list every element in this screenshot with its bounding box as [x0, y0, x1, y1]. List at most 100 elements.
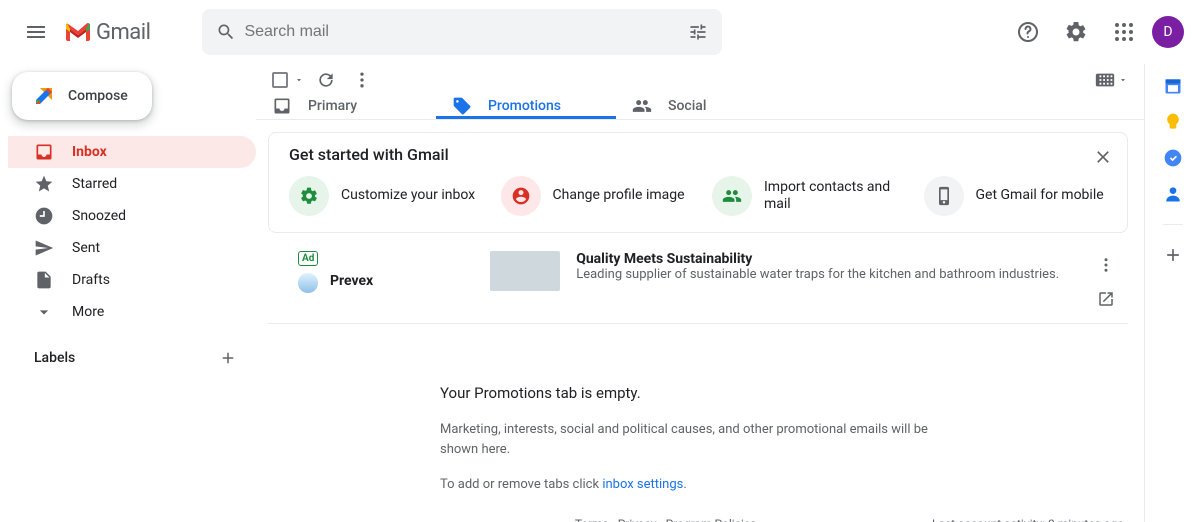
- support-button[interactable]: [1008, 12, 1048, 52]
- refresh-button[interactable]: [310, 64, 342, 96]
- dot: [609, 517, 618, 522]
- mail-toolbar: [256, 64, 1144, 96]
- gs-icon-wrap: [712, 176, 752, 216]
- empty-body: Marketing, interests, social and politic…: [440, 420, 960, 459]
- product-name: Gmail: [96, 20, 150, 45]
- search-options-button[interactable]: [682, 16, 714, 48]
- terms-link[interactable]: Terms: [575, 517, 609, 522]
- close-icon: [1093, 147, 1113, 167]
- ad-title: Quality Meets Sustainability: [576, 251, 1059, 267]
- sidebar-item-more[interactable]: More: [8, 296, 256, 328]
- sidebar: Compose Inbox Starred Snoozed Sent Draft…: [0, 64, 256, 522]
- side-panel: [1144, 64, 1200, 522]
- more-vert-icon: [352, 70, 372, 90]
- gs-customize-inbox[interactable]: Customize your inbox: [289, 176, 477, 216]
- app-body: Compose Inbox Starred Snoozed Sent Draft…: [0, 64, 1200, 522]
- gear-icon: [1064, 20, 1088, 44]
- compose-button[interactable]: Compose: [12, 72, 152, 120]
- privacy-link[interactable]: Privacy: [618, 517, 657, 522]
- sidebar-item-label: Starred: [72, 176, 117, 192]
- sidebar-item-label: More: [72, 304, 104, 320]
- gear-icon: [299, 186, 319, 206]
- keep-app-icon[interactable]: [1163, 112, 1183, 132]
- add-label-button[interactable]: [216, 346, 240, 370]
- send-icon: [34, 238, 54, 258]
- ad-badge: Ad: [298, 251, 318, 266]
- ad-thumbnail: [490, 251, 560, 291]
- search-bar[interactable]: [202, 9, 722, 55]
- tab-primary[interactable]: Primary: [256, 96, 436, 119]
- caret-down-icon: [294, 75, 304, 85]
- gs-item-label: Import contacts and mail: [764, 179, 900, 214]
- account-avatar[interactable]: D: [1152, 16, 1184, 48]
- gs-icon-wrap: [924, 176, 964, 216]
- get-started-title: Get started with Gmail: [289, 145, 1111, 164]
- gs-item-label: Change profile image: [553, 187, 685, 205]
- ad-text: Quality Meets Sustainability Leading sup…: [576, 251, 1059, 282]
- more-vert-icon: [1097, 256, 1115, 274]
- tab-promotions[interactable]: Promotions: [436, 96, 616, 119]
- tune-icon: [688, 22, 708, 42]
- compose-label: Compose: [68, 88, 128, 104]
- gs-change-profile[interactable]: Change profile image: [501, 176, 689, 216]
- sidebar-item-label: Sent: [72, 240, 100, 256]
- add-apps-button[interactable]: [1163, 245, 1183, 265]
- gs-get-mobile[interactable]: Get Gmail for mobile: [924, 176, 1112, 216]
- caret-down-icon: [1118, 75, 1128, 85]
- person-circle-icon: [511, 186, 531, 206]
- plus-icon: [219, 349, 237, 367]
- ad-row[interactable]: Ad Prevex Quality Meets Sustainability L…: [268, 241, 1128, 324]
- people-icon: [632, 96, 652, 116]
- gs-icon-wrap: [289, 176, 329, 216]
- ad-open-button[interactable]: [1092, 285, 1120, 313]
- sidebar-item-sent[interactable]: Sent: [8, 232, 256, 264]
- gs-import-contacts[interactable]: Import contacts and mail: [712, 176, 900, 216]
- category-tabs: Primary Promotions Social: [256, 96, 1144, 120]
- search-button[interactable]: [210, 16, 242, 48]
- search-input[interactable]: [242, 22, 682, 42]
- sidebar-item-drafts[interactable]: Drafts: [8, 264, 256, 296]
- settings-button[interactable]: [1056, 12, 1096, 52]
- inbox-settings-link[interactable]: inbox settings: [602, 477, 683, 492]
- gs-item-label: Customize your inbox: [341, 187, 475, 205]
- sidebar-item-snoozed[interactable]: Snoozed: [8, 200, 256, 232]
- gs-icon-wrap: [501, 176, 541, 216]
- chevron-down-icon: [34, 302, 54, 322]
- avatar-initial: D: [1163, 24, 1172, 40]
- tasks-app-icon[interactable]: [1163, 148, 1183, 168]
- labels-header-text: Labels: [34, 350, 75, 366]
- gmail-logo[interactable]: Gmail: [64, 20, 150, 45]
- apps-button[interactable]: [1104, 12, 1144, 52]
- empty-state: Your Promotions tab is empty. Marketing,…: [440, 384, 960, 511]
- ad-body: Quality Meets Sustainability Leading sup…: [490, 251, 1059, 291]
- ad-info-button[interactable]: [1092, 251, 1120, 279]
- footer: 0 GB of 15 GB used Terms Privacy Program P…: [256, 511, 1144, 522]
- footer-center: Terms Privacy Program Policies: [575, 517, 757, 522]
- rail-separator: [1163, 224, 1183, 225]
- topbar: Gmail D: [0, 0, 1200, 64]
- get-started-card: Get started with Gmail Customize your in…: [268, 132, 1128, 233]
- labels-header: Labels: [8, 328, 256, 374]
- more-actions-button[interactable]: [346, 64, 378, 96]
- calendar-app-icon[interactable]: [1163, 76, 1183, 96]
- footer-right: Last account activity: 0 minutes ago Ope…: [932, 517, 1124, 522]
- tag-icon: [452, 96, 472, 116]
- tab-social[interactable]: Social: [616, 96, 796, 119]
- storage-usage[interactable]: 0 GB of 15 GB used: [276, 517, 399, 522]
- sidebar-item-label: Inbox: [72, 144, 107, 160]
- dismiss-get-started-button[interactable]: [1083, 137, 1123, 177]
- sidebar-item-label: Drafts: [72, 272, 110, 288]
- main-menu-button[interactable]: [16, 12, 56, 52]
- open-in-new-icon: [1097, 290, 1115, 308]
- phone-icon: [934, 186, 954, 206]
- input-tools-button[interactable]: [1094, 69, 1128, 91]
- select-all-checkbox[interactable]: [272, 72, 288, 88]
- sidebar-item-inbox[interactable]: Inbox: [8, 136, 256, 168]
- empty-heading: Your Promotions tab is empty.: [440, 384, 960, 402]
- contacts-app-icon[interactable]: [1163, 184, 1183, 204]
- policies-link[interactable]: Program Policies: [666, 517, 757, 522]
- sidebar-item-starred[interactable]: Starred: [8, 168, 256, 200]
- file-icon: [34, 270, 54, 290]
- select-dropdown[interactable]: [292, 68, 306, 92]
- get-started-grid: Customize your inbox Change profile imag…: [289, 176, 1111, 216]
